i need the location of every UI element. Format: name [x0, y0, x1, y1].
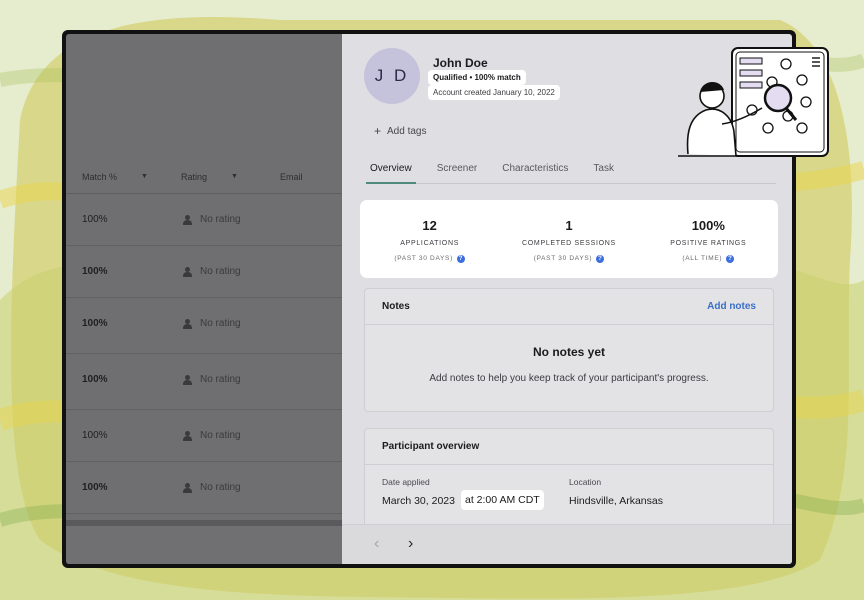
notes-empty-text: Add notes to help you keep track of your…	[429, 373, 709, 384]
person-icon	[183, 430, 192, 441]
column-header-email[interactable]: Email	[280, 172, 303, 182]
rating-cell: No rating	[183, 374, 241, 385]
stat-positive-ratings: 100% POSITIVE RATINGS (ALL TIME)?	[639, 200, 778, 278]
table-row[interactable]: 100% No rating	[66, 298, 342, 354]
tab-characteristics[interactable]: Characteristics	[498, 160, 572, 184]
stat-sub: (ALL TIME)?	[682, 254, 735, 263]
person-icon	[183, 318, 192, 329]
participant-overview-title: Participant overview	[365, 429, 773, 465]
date-applied-value: March 30, 2023	[382, 495, 455, 507]
match-cell: 100%	[82, 430, 108, 441]
match-cell: 100%	[82, 266, 108, 277]
account-created: Account created January 10, 2022	[428, 85, 560, 100]
avatar: J D	[364, 48, 420, 104]
table-body: 100% No rating 100% No rating 100% No ra…	[66, 194, 342, 514]
stat-value: 12	[422, 218, 437, 233]
stat-value: 100%	[691, 218, 725, 233]
rating-cell: No rating	[183, 482, 241, 493]
participants-table-dimmed: Match % ▼ Rating ▼ Email 100% No rating …	[66, 34, 342, 564]
next-participant-button[interactable]: ›	[408, 535, 413, 553]
table-row[interactable]: 100% No rating	[66, 194, 342, 246]
rating-cell-label: No rating	[200, 374, 241, 385]
table-row[interactable]: 100% No rating	[66, 354, 342, 410]
rating-cell-label: No rating	[200, 430, 241, 441]
table-row[interactable]: 100% No rating	[66, 462, 342, 514]
date-applied-label: Date applied	[382, 477, 430, 487]
notes-empty-title: No notes yet	[532, 345, 605, 359]
person-icon	[183, 482, 192, 493]
match-cell: 100%	[82, 318, 108, 329]
match-cell: 100%	[82, 374, 108, 385]
stat-sub: (PAST 30 DAYS)?	[394, 254, 465, 263]
help-icon[interactable]: ?	[596, 254, 605, 263]
column-header-rating-label: Rating	[181, 171, 208, 182]
add-tags-label: Add tags	[387, 125, 427, 137]
person-icon	[183, 374, 192, 385]
stat-sub-text: (ALL TIME)	[682, 255, 723, 262]
plus-icon: +	[374, 124, 382, 138]
table-row[interactable]: 100% No rating	[66, 246, 342, 298]
table-row[interactable]: 100% No rating	[66, 410, 342, 462]
notes-card: Notes Add notes No notes yet Add notes t…	[364, 288, 774, 412]
column-header-match[interactable]: Match % ▼	[82, 172, 148, 182]
stat-completed-sessions: 1 COMPLETED SESSIONS (PAST 30 DAYS)?	[499, 200, 638, 278]
stat-value: 1	[565, 218, 573, 233]
match-cell: 100%	[82, 482, 108, 493]
rating-cell-label: No rating	[200, 214, 241, 225]
rating-cell: No rating	[183, 214, 241, 225]
date-applied-time: at 2:00 AM CDT	[461, 490, 544, 510]
column-header-match-label: Match %	[82, 171, 118, 182]
rating-cell: No rating	[183, 318, 241, 329]
table-header: Match % ▼ Rating ▼ Email	[66, 160, 342, 194]
stat-label: COMPLETED SESSIONS	[522, 240, 616, 247]
rating-cell: No rating	[183, 266, 241, 277]
stat-sub-text: (PAST 30 DAYS)	[394, 255, 453, 262]
tab-task[interactable]: Task	[589, 160, 618, 184]
add-tags-button[interactable]: + Add tags	[374, 124, 427, 138]
sort-caret-icon: ▼	[141, 173, 148, 180]
stat-sub: (PAST 30 DAYS)?	[533, 254, 605, 263]
rating-cell: No rating	[183, 430, 241, 441]
tab-overview[interactable]: Overview	[366, 160, 416, 184]
stat-label: POSITIVE RATINGS	[670, 240, 747, 247]
drawer-footer: ‹ ›	[342, 524, 792, 564]
qualification-badge: Qualified • 100% match	[428, 70, 526, 85]
person-icon	[183, 266, 192, 277]
help-icon[interactable]: ?	[456, 254, 465, 263]
tab-screener[interactable]: Screener	[433, 160, 482, 184]
rating-cell-label: No rating	[200, 266, 241, 277]
researcher-illustration	[678, 47, 829, 157]
stat-sub-text: (PAST 30 DAYS)	[533, 255, 593, 262]
match-cell: 100%	[82, 214, 108, 225]
add-notes-link[interactable]: Add notes	[707, 301, 756, 312]
column-header-rating[interactable]: Rating ▼	[181, 172, 238, 182]
notes-header: Notes Add notes	[365, 289, 773, 325]
rating-cell-label: No rating	[200, 482, 241, 493]
location-value: Hindsville, Arkansas	[569, 495, 663, 507]
help-icon[interactable]: ?	[726, 254, 735, 263]
participant-name: John Doe	[433, 56, 488, 70]
previous-participant-button[interactable]: ‹	[374, 535, 379, 553]
stat-label: APPLICATIONS	[400, 240, 460, 247]
table-footer	[66, 526, 342, 564]
stat-applications: 12 APPLICATIONS (PAST 30 DAYS)?	[360, 200, 499, 278]
column-header-email-label: Email	[280, 171, 303, 182]
person-icon	[183, 214, 192, 225]
rating-cell-label: No rating	[200, 318, 241, 329]
participant-overview-card: Participant overview Date applied March …	[364, 428, 774, 538]
stats-card: 12 APPLICATIONS (PAST 30 DAYS)? 1 COMPLE…	[360, 200, 778, 278]
sort-caret-icon: ▼	[231, 173, 238, 180]
location-label: Location	[569, 477, 602, 487]
notes-title: Notes	[382, 301, 410, 312]
